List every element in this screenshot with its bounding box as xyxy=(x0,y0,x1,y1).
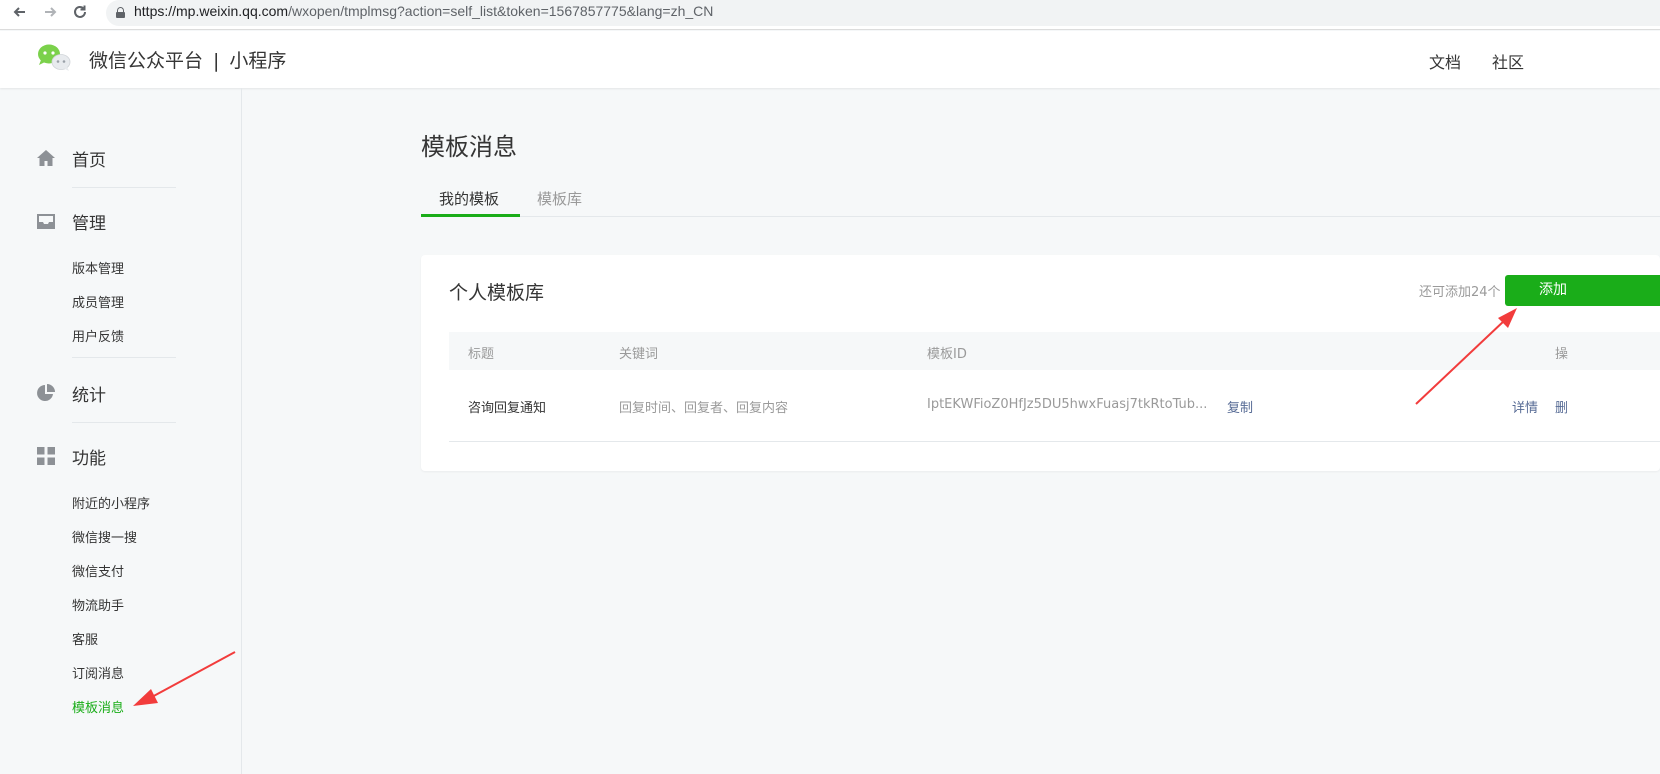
sidebar-item-customer-service[interactable]: 客服 xyxy=(72,629,98,648)
product-name: 小程序 xyxy=(229,50,287,72)
sidebar: 首页 管理 版本管理 成员管理 用户反馈 统计 功能 附近的小程序 微信搜一搜 … xyxy=(0,88,242,774)
back-arrow-icon[interactable] xyxy=(8,3,32,27)
url-text: https://mp.weixin.qq.com/wxopen/tmplmsg?… xyxy=(134,3,713,19)
divider xyxy=(72,357,176,358)
active-tab-indicator xyxy=(421,214,520,217)
sidebar-item-subscribe-message[interactable]: 订阅消息 xyxy=(72,663,124,682)
divider xyxy=(72,187,176,188)
row-keywords: 回复时间、回复者、回复内容 xyxy=(619,401,789,416)
home-icon xyxy=(36,148,56,168)
copy-id-link[interactable]: 复制 xyxy=(1227,397,1253,416)
column-header-keywords: 关键词 xyxy=(619,347,659,362)
wechat-logo-icon[interactable] xyxy=(36,43,72,73)
sidebar-item-label: 管理 xyxy=(72,214,106,234)
column-header-actions: 操 xyxy=(1555,347,1569,362)
detail-link[interactable]: 详情 xyxy=(1512,397,1538,416)
personal-template-card: 个人模板库 还可添加24个 添加 标题 关键词 模板ID 操 咨询回复通知 回复… xyxy=(421,255,1660,471)
sidebar-item-label: 统计 xyxy=(72,386,106,406)
card-title: 个人模板库 xyxy=(449,282,545,304)
tab-bar: 我的模板 模板库 xyxy=(421,176,1660,217)
address-bar[interactable]: https://mp.weixin.qq.com/wxopen/tmplmsg?… xyxy=(106,0,1660,26)
sidebar-item-logistics[interactable]: 物流助手 xyxy=(72,595,124,614)
column-header-title: 标题 xyxy=(468,347,495,362)
brand-title: 微信公众平台 | 小程序 xyxy=(89,46,286,73)
top-header: 微信公众平台 | 小程序 文档 社区 xyxy=(0,31,1660,88)
community-link[interactable]: 社区 xyxy=(1492,49,1524,73)
page-title: 模板消息 xyxy=(421,133,517,161)
sidebar-item-label: 功能 xyxy=(72,449,106,469)
table-row: 咨询回复通知 回复时间、回复者、回复内容 IptEKWFioZ0HfJz5DU5… xyxy=(449,370,1660,442)
table-header: 标题 关键词 模板ID 操 xyxy=(449,332,1660,370)
brand-name: 微信公众平台 xyxy=(89,50,204,72)
url-host: https://mp.weixin.qq.com xyxy=(134,3,289,19)
lock-icon xyxy=(116,7,125,18)
pie-chart-icon xyxy=(36,383,56,403)
sidebar-item-nearby-miniprogram[interactable]: 附近的小程序 xyxy=(72,493,150,512)
sidebar-item-template-message[interactable]: 模板消息 xyxy=(72,697,124,716)
column-header-template-id: 模板ID xyxy=(927,347,967,362)
delete-link[interactable]: 删 xyxy=(1555,397,1568,416)
brand-separator: | xyxy=(213,50,220,72)
divider xyxy=(72,422,176,423)
sidebar-item-wechat-search[interactable]: 微信搜一搜 xyxy=(72,527,137,546)
sidebar-item-version-manage[interactable]: 版本管理 xyxy=(72,258,124,277)
quota-text: 还可添加24个 xyxy=(1419,285,1501,300)
url-path: /wxopen/tmplmsg?action=self_list&token=1… xyxy=(288,3,714,19)
grid-icon xyxy=(36,446,56,466)
tab-template-library[interactable]: 模板库 xyxy=(537,188,582,209)
forward-arrow-icon[interactable] xyxy=(38,3,62,27)
row-title: 咨询回复通知 xyxy=(468,401,547,416)
row-template-id: IptEKWFioZ0HfJz5DU5hwxFuasj7tkRtoTub... xyxy=(927,397,1208,412)
inbox-icon xyxy=(36,211,56,231)
sidebar-item-user-feedback[interactable]: 用户反馈 xyxy=(72,326,124,345)
sidebar-item-member-manage[interactable]: 成员管理 xyxy=(72,292,124,311)
docs-link[interactable]: 文档 xyxy=(1429,49,1461,73)
tab-my-templates[interactable]: 我的模板 xyxy=(439,188,499,209)
add-template-button[interactable]: 添加 xyxy=(1505,275,1660,306)
browser-bar: https://mp.weixin.qq.com/wxopen/tmplmsg?… xyxy=(0,0,1660,30)
reload-icon[interactable] xyxy=(68,3,92,27)
sidebar-item-label: 首页 xyxy=(72,151,106,171)
sidebar-item-wechat-pay[interactable]: 微信支付 xyxy=(72,561,124,580)
